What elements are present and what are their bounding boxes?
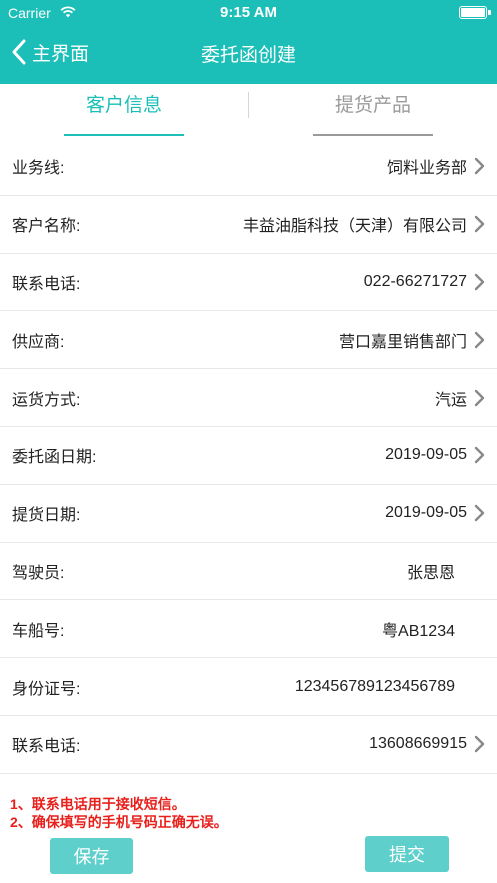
field-label: 业务线: [12,160,65,178]
notice-line: 1、联系电话用于接收短信。 [10,796,186,812]
chevron-right-icon [474,331,485,348]
field-value: 丰益油脂科技（天津）有限公司 [242,218,467,236]
tab-customer-info[interactable]: 客户信息 [0,84,248,140]
chevron-right-icon [474,389,485,406]
chevron-right-icon [474,158,485,175]
field-value: 022-66271727 [363,272,467,290]
chevron-right-icon [474,273,485,291]
tab-label: 提货产品 [334,95,411,116]
field-label: 提货日期: [12,507,81,525]
field-value: 2019-09-05 [385,446,467,464]
tab-pickup-products[interactable]: 提货产品 [249,84,497,140]
field-label: 车船号: [12,622,65,640]
field-business-line[interactable]: 业务线: 饲料业务部 [0,138,497,196]
nav-header: Carrier 9:15 AM 主界面 委托函创建 [0,0,497,84]
field-value: 13608669915 [369,735,467,753]
chevron-right-icon [474,215,485,233]
field-vehicle-number[interactable]: 车船号: 粤AB1234 [0,600,497,659]
field-pickup-date[interactable]: 提货日期: 2019-09-05 [0,485,497,543]
field-shipping-method[interactable]: 运货方式: 汽运 [0,369,497,427]
chevron-right-icon [474,736,485,753]
field-label: 联系电话: [12,275,81,293]
field-label: 身份证号: [12,680,81,698]
field-customer-name[interactable]: 客户名称: 丰益油脂科技（天津）有限公司 [0,196,497,254]
field-label: 运货方式: [12,391,81,409]
field-label: 委托函日期: [12,449,97,467]
field-label: 供应商: [12,333,65,351]
tab-bar: 客户信息 提货产品 [0,84,497,140]
field-value: 2019-09-05 [385,504,467,522]
tab-underline [313,134,433,136]
tab-underline [64,134,184,136]
customer-form: 业务线: 饲料业务部 客户名称: 丰益油脂科技（天津）有限公司 联系电话: 02… [0,138,497,774]
vehicle-number-input[interactable]: 粤AB1234 [382,617,455,641]
field-label: 驾驶员: [12,564,65,582]
field-contact-phone[interactable]: 联系电话: 022-66271727 [0,254,497,312]
notice-line: 2、确保填写的手机号码正确无误。 [10,814,228,830]
tab-label: 客户信息 [85,95,162,116]
id-number-input[interactable]: 123456789123456789 [295,678,455,696]
notice-text: 1、联系电话用于接收短信。 2、确保填写的手机号码正确无误。 [10,795,228,831]
chevron-right-icon [474,447,485,464]
battery-icon [459,6,487,19]
field-label: 联系电话: [12,738,81,756]
field-value: 汽运 [434,391,467,409]
field-driver[interactable]: 驾驶员: 张思恩 [0,543,497,601]
field-label: 客户名称: [12,218,81,236]
field-supplier[interactable]: 供应商: 营口嘉里销售部门 [0,311,497,370]
save-button[interactable]: 保存 [50,838,133,874]
chevron-right-icon [474,504,485,522]
status-time: 9:15 AM [220,4,277,21]
battery-tip [488,10,491,15]
field-driver-phone[interactable]: 联系电话: 13608669915 [0,716,497,774]
field-id-number[interactable]: 身份证号: 123456789123456789 [0,658,497,716]
field-letter-date[interactable]: 委托函日期: 2019-09-05 [0,427,497,485]
page-title: 委托函创建 [200,45,296,66]
driver-input[interactable]: 张思恩 [407,559,455,583]
submit-button[interactable]: 提交 [365,836,449,872]
field-value: 饲料业务部 [386,160,467,178]
status-bar: Carrier 9:15 AM [0,0,497,26]
field-value: 营口嘉里销售部门 [338,333,467,351]
